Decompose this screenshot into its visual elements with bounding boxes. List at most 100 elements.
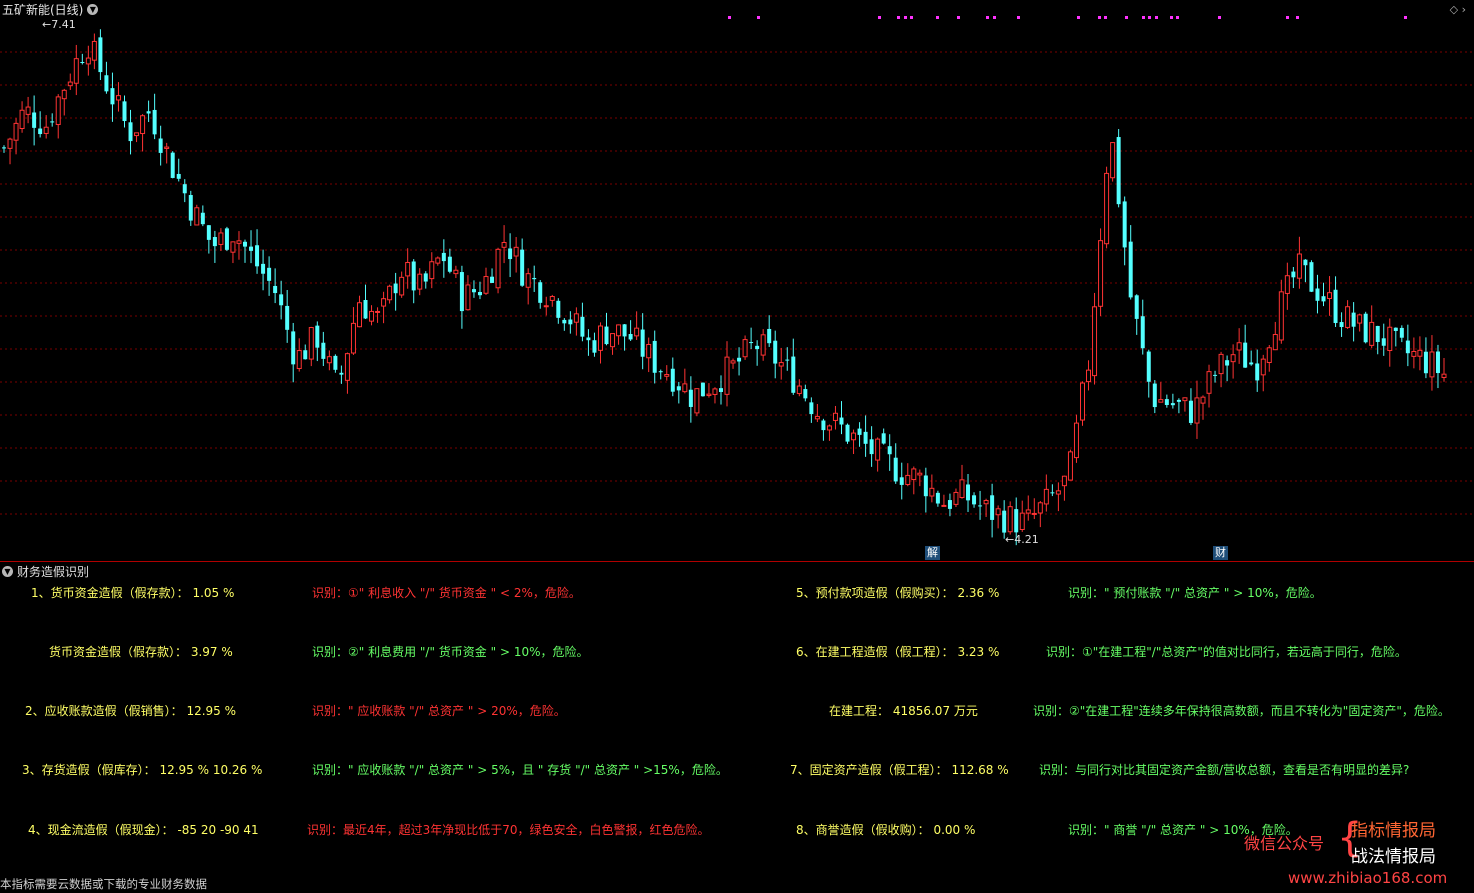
indicator-title: 财务造假识别 (17, 565, 90, 579)
candle-body (1043, 488, 1049, 505)
event-dot (1104, 16, 1107, 19)
event-dot (1176, 16, 1179, 19)
candle-body (749, 342, 754, 344)
candle-body (573, 313, 579, 323)
candle-body (1243, 342, 1248, 368)
prepayment-fraud-label: 5、预付款项造假（假购买）： 2.36 % (796, 586, 1000, 600)
candle-body (1079, 382, 1085, 421)
candle-body (1327, 292, 1333, 299)
candle-body (128, 122, 133, 142)
event-dot (1218, 16, 1221, 19)
candle-body (664, 374, 670, 377)
candle-body (1375, 325, 1380, 342)
construction-fraud-note: 识别：①"在建工程"/"总资产"的值对比同行，若远高于同行，危险。 (1046, 645, 1407, 659)
candle-body (899, 477, 904, 485)
candle-body (333, 355, 338, 370)
chevron-down-icon[interactable]: ▼ (87, 4, 99, 15)
candle-body (339, 372, 344, 375)
candle-body (1429, 351, 1435, 378)
fixed-asset-fraud-note: 识别：与同行对比其固定资产金额/营收总额，查看是否有明显的差异? (1039, 763, 1410, 777)
candle-body (1122, 201, 1127, 248)
candle-body (200, 212, 205, 225)
cashflow-fraud-label: 4、现金流造假（假现金）： -85 20 -90 41 (28, 823, 259, 837)
event-dot (1148, 16, 1151, 19)
candle-body (562, 319, 567, 324)
candle-body (1206, 371, 1212, 394)
candle-body (1182, 397, 1188, 402)
window-controls[interactable]: ◇ › (1450, 3, 1466, 16)
candle-body (1200, 396, 1206, 404)
candle-body (972, 495, 977, 505)
candle-body (1134, 295, 1139, 319)
candle-body (1014, 509, 1019, 533)
candle-body (737, 357, 742, 362)
candle-body (344, 353, 350, 381)
construction-amount-note: 识别：②"在建工程"连续多年保持很高数额，而且不转化为"固定资产"，危险。 (1033, 704, 1450, 718)
event-dot (878, 16, 881, 19)
indicator-title-bar: ▼ 财务造假识别 (2, 563, 89, 580)
candle-body (803, 389, 808, 399)
candle-body (887, 446, 892, 455)
diamond-icon[interactable]: ◇ (1450, 3, 1458, 16)
panel-divider[interactable] (0, 561, 1474, 562)
candle-body (1278, 291, 1284, 341)
chart-title-bar: 五矿新能(日线) ▼ (2, 1, 99, 18)
chevron-down-icon[interactable]: ▼ (2, 566, 13, 577)
candle-body (532, 277, 537, 280)
event-dot (728, 16, 731, 19)
candle-body (1104, 172, 1110, 245)
arrow-icon: ← (42, 18, 52, 31)
candle-body (1176, 399, 1181, 402)
event-dot (1017, 16, 1020, 19)
candle-body (718, 388, 723, 392)
candle-body (134, 132, 140, 137)
candle-body (1249, 362, 1254, 365)
candle-body (839, 417, 844, 425)
candle-body (7, 138, 13, 149)
candle-body (694, 388, 700, 414)
candle-body (1351, 312, 1356, 327)
candle-body (1152, 383, 1157, 408)
unlock-tag[interactable]: 解 (925, 546, 940, 560)
candle-body (556, 300, 561, 318)
candle-body (285, 305, 290, 330)
event-dot (993, 16, 996, 19)
candle-body (188, 195, 193, 221)
candle-body (387, 285, 393, 301)
candle-body (13, 122, 19, 141)
candle-body (115, 95, 121, 101)
candlestick-chart-panel[interactable]: 五矿新能(日线) ▼ ◇ › ←7.41 ←4.21 解 财 (0, 0, 1474, 561)
candlestick-chart[interactable] (0, 0, 1474, 561)
candle-body (1260, 358, 1266, 376)
candle-body (947, 500, 952, 509)
candle-body (724, 356, 730, 395)
event-dot (936, 16, 939, 19)
event-dot (1286, 16, 1289, 19)
candle-body (622, 324, 627, 337)
candle-body (1164, 399, 1169, 405)
candle-body (490, 276, 495, 283)
candle-body (19, 109, 25, 129)
candle-body (104, 75, 109, 92)
event-dot (1170, 16, 1173, 19)
finance-tag[interactable]: 财 (1213, 546, 1228, 560)
candle-body (375, 310, 381, 313)
candle-body (61, 89, 67, 100)
event-dot (1296, 16, 1299, 19)
arrow-icon: ← (1005, 533, 1015, 546)
candle-body (905, 474, 911, 485)
chevron-right-icon[interactable]: › (1462, 3, 1466, 16)
watermark-line-1: 指标情报局 (1351, 821, 1436, 841)
event-dot (1404, 16, 1407, 19)
candle-body (1284, 275, 1290, 294)
candle-body (676, 386, 681, 391)
candle-body (267, 267, 272, 281)
candle-body (501, 241, 507, 248)
candle-body (1213, 374, 1218, 376)
candle-body (875, 438, 881, 461)
candle-body (953, 491, 959, 505)
candle-body (869, 439, 874, 455)
candle-body (826, 425, 832, 431)
candle-body (91, 40, 97, 61)
candle-body (923, 475, 928, 497)
